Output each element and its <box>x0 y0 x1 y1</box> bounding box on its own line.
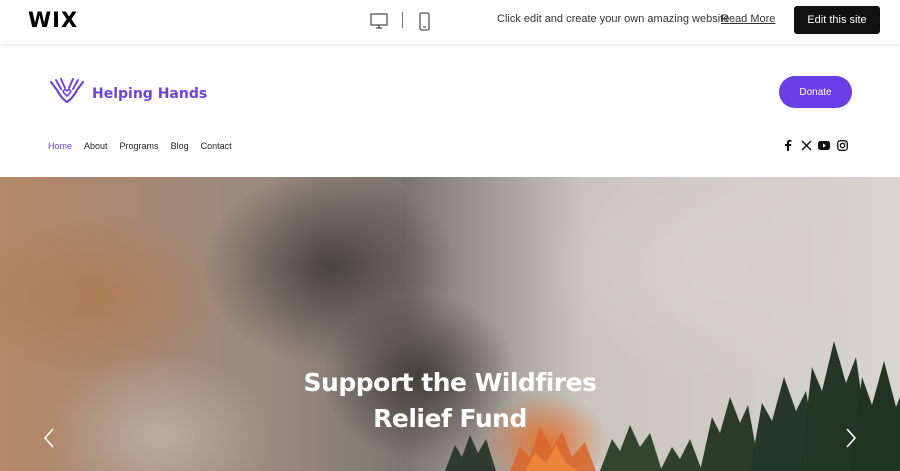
facebook-icon[interactable] <box>782 139 794 151</box>
hero-title-line-1: Support the Wildfires <box>303 368 597 397</box>
x-icon[interactable] <box>800 139 812 151</box>
site-logo[interactable]: Helping Hands <box>48 76 207 111</box>
nav-item-contact[interactable]: Contact <box>201 141 232 151</box>
brand-name: Helping Hands <box>92 85 208 102</box>
hero-title: Support the Wildfires Relief Fund <box>0 365 900 437</box>
wix-top-bar: WIX Click edit and create your own amazi… <box>0 0 900 44</box>
youtube-icon[interactable] <box>818 139 830 151</box>
social-bar <box>782 139 848 151</box>
mobile-view-icon[interactable] <box>413 10 435 32</box>
hero-slideshow: Support the Wildfires Relief Fund <box>0 177 900 471</box>
nav-item-blog[interactable]: Blog <box>171 141 189 151</box>
hero-title-line-2: Relief Fund <box>373 404 527 433</box>
main-nav: Home About Programs Blog Contact <box>48 141 244 151</box>
edit-site-button[interactable]: Edit this site <box>794 6 880 34</box>
helping-hands-logo-icon <box>48 76 86 111</box>
donate-button[interactable]: Donate <box>779 76 852 108</box>
wix-promo-message: Click edit and create your own amazing w… <box>497 13 730 25</box>
slide-next-arrow-icon[interactable] <box>844 427 858 449</box>
nav-item-home[interactable]: Home <box>48 141 72 151</box>
instagram-icon[interactable] <box>836 139 848 151</box>
read-more-link[interactable]: Read More <box>721 13 775 25</box>
nav-item-programs[interactable]: Programs <box>120 141 159 151</box>
desktop-view-icon[interactable] <box>368 10 390 32</box>
wix-logo[interactable]: WIX <box>28 8 78 32</box>
device-divider <box>402 12 403 28</box>
nav-item-about[interactable]: About <box>84 141 108 151</box>
slide-prev-arrow-icon[interactable] <box>42 427 56 449</box>
